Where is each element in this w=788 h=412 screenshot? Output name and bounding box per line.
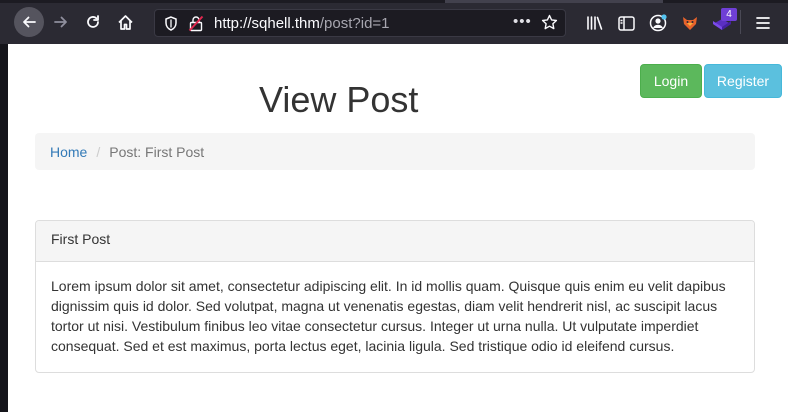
forward-button[interactable] (46, 7, 76, 37)
url-path: /post?id=1 (319, 15, 390, 32)
back-button[interactable] (14, 7, 44, 37)
post-title: First Post (36, 221, 754, 262)
register-button[interactable]: Register (704, 64, 782, 98)
bookmark-star-icon[interactable] (541, 14, 558, 31)
login-button[interactable]: Login (640, 64, 702, 98)
browser-toolbar: http://sqhell.thm/post?id=1 ••• 4 (0, 0, 788, 44)
home-button[interactable] (110, 7, 140, 37)
menu-button[interactable] (752, 12, 774, 34)
breadcrumb-current: Post: First Post (109, 143, 205, 160)
url-text[interactable]: http://sqhell.thm/post?id=1 (214, 15, 390, 32)
insecure-lock-icon[interactable] (188, 15, 204, 32)
sidebar-button[interactable] (615, 12, 637, 34)
tab-strip-edge (0, 0, 788, 3)
adjacent-window-edge (0, 44, 8, 412)
back-icon (23, 16, 36, 28)
account-button[interactable] (647, 12, 669, 34)
post-body: Lorem ipsum dolor sit amet, consectetur … (51, 278, 726, 354)
home-icon (117, 14, 133, 30)
toolbar-separator (740, 10, 741, 34)
shield-icon[interactable] (164, 16, 178, 31)
more-icon[interactable]: ••• (513, 13, 532, 30)
extension-badge: 4 (721, 8, 737, 21)
address-bar[interactable]: http://sqhell.thm/post?id=1 ••• (154, 9, 566, 37)
menu-icon (756, 17, 770, 29)
reload-button[interactable] (78, 7, 108, 37)
foxyproxy-icon (683, 17, 697, 30)
breadcrumb-home-link[interactable]: Home (50, 144, 87, 160)
breadcrumb-divider: / (96, 143, 101, 160)
web-page: Login Register View Post Home / Post: Fi… (8, 44, 788, 412)
account-icon (649, 14, 667, 32)
post-panel: First Post Lorem ipsum dolor sit amet, c… (35, 220, 755, 373)
url-host: http://sqhell.thm (214, 15, 320, 32)
active-tab-indicator (445, 0, 663, 3)
sidebar-icon (617, 15, 635, 31)
library-icon (587, 16, 603, 30)
page-title: View Post (259, 79, 419, 120)
forward-icon (54, 16, 67, 28)
foxyproxy-button[interactable] (679, 12, 701, 34)
library-button[interactable] (584, 12, 606, 34)
breadcrumb: Home / Post: First Post (35, 133, 755, 170)
reload-icon (87, 15, 99, 28)
